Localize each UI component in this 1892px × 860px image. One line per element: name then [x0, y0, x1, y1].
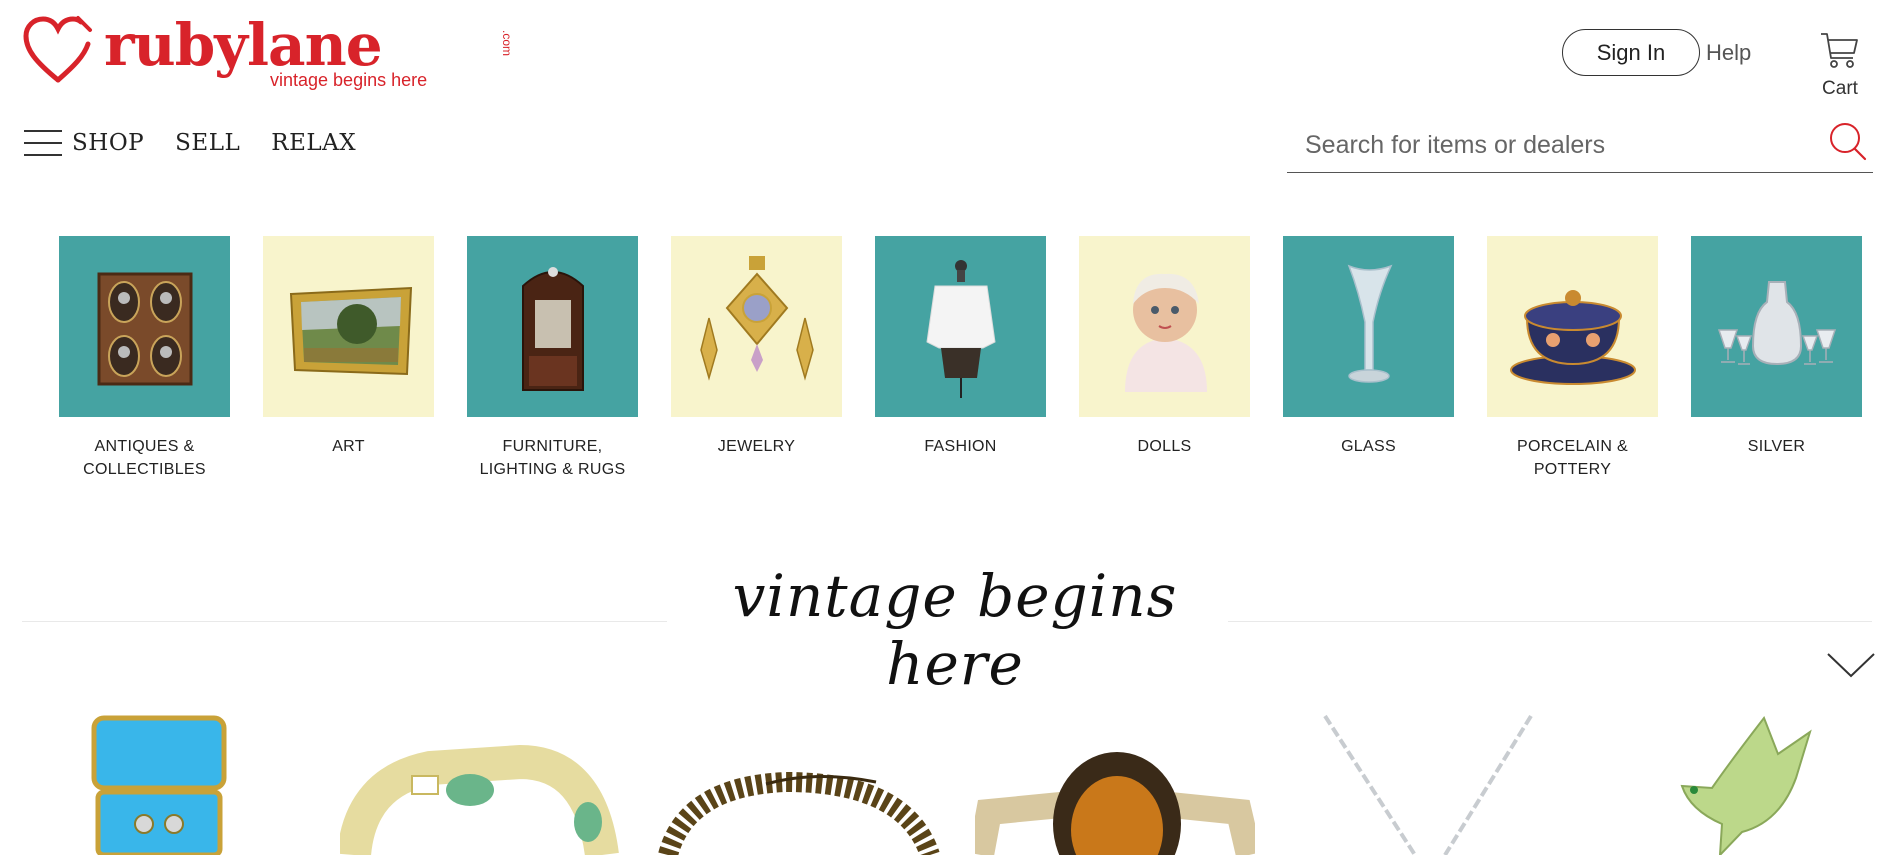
silver-decanter-icon — [1717, 280, 1836, 365]
category-image — [263, 236, 434, 417]
category-antiques-collectibles[interactable]: ANTIQUES & COLLECTIBLES — [59, 236, 230, 481]
featured-item[interactable] — [656, 712, 946, 860]
category-image — [671, 236, 842, 417]
search-bar — [1287, 118, 1873, 173]
category-label-2: LIGHTING & RUGS — [479, 461, 626, 478]
category-label: ART — [332, 438, 365, 455]
nav-sell[interactable]: SELL — [175, 130, 240, 156]
category-image — [875, 236, 1046, 417]
search-button[interactable] — [1821, 118, 1871, 168]
divider-right — [1228, 621, 1872, 622]
mannequin-blouse-icon — [925, 259, 996, 398]
amber-ring-icon — [968, 752, 1262, 860]
cabinet-icon — [521, 266, 584, 391]
glass-vase-icon — [1347, 264, 1392, 383]
logo-tagline: vintage begins here — [270, 70, 428, 90]
category-image — [59, 236, 230, 417]
category-label-2: POTTERY — [1533, 461, 1612, 478]
category-label: FASHION — [924, 438, 997, 455]
category-label: ANTIQUES & — [94, 438, 195, 455]
chevron-down-icon[interactable] — [1826, 650, 1876, 680]
section-tagline: vintage begins here — [732, 562, 1178, 698]
category-label: FURNITURE, — [502, 438, 603, 455]
category-label: PORCELAIN & — [1517, 438, 1628, 455]
rope-bracelet-icon — [658, 771, 940, 859]
featured-item[interactable] — [337, 712, 620, 860]
painting-icon — [289, 286, 412, 375]
category-label: GLASS — [1341, 438, 1396, 455]
category-silver[interactable]: SILVER — [1691, 236, 1862, 481]
category-dolls[interactable]: DOLLS — [1079, 236, 1250, 481]
featured-items-strip — [60, 712, 1860, 860]
category-image — [1283, 236, 1454, 417]
chain-necklace-icon — [1323, 714, 1533, 857]
search-icon — [1830, 123, 1867, 161]
category-image — [467, 236, 638, 417]
sign-in-button[interactable]: Sign In — [1562, 29, 1700, 76]
hamburger-icon[interactable] — [24, 128, 62, 158]
category-label: SILVER — [1747, 438, 1806, 455]
featured-item[interactable] — [74, 712, 254, 860]
nav-shop[interactable]: SHOP — [72, 130, 144, 156]
featured-item[interactable] — [968, 712, 1262, 860]
featured-item[interactable] — [1660, 712, 1830, 860]
nav-relax[interactable]: RELAX — [271, 130, 356, 156]
tureen-icon — [1509, 289, 1636, 385]
main-nav: SHOP SELL RELAX — [24, 128, 387, 158]
logo-wordmark: rubylane — [104, 11, 383, 79]
enamel-box-icon — [91, 715, 227, 858]
category-glass[interactable]: GLASS — [1283, 236, 1454, 481]
featured-item[interactable] — [1305, 712, 1555, 860]
rubylane-logo[interactable]: rubylane .com vintage begins here — [22, 11, 514, 90]
category-label: JEWELRY — [717, 438, 796, 455]
help-link[interactable]: Help — [1706, 40, 1751, 66]
divider-left — [22, 621, 667, 622]
category-furniture-lighting-rugs[interactable]: FURNITURE, LIGHTING & RUGS — [467, 236, 638, 481]
category-image — [1079, 236, 1250, 417]
doll-icon — [1124, 273, 1207, 392]
category-label-2: COLLECTIBLES — [83, 461, 206, 478]
cart-label: Cart — [1822, 78, 1858, 99]
pendant-earrings-icon — [699, 255, 814, 381]
category-grid: ANTIQUES & COLLECTIBLES ART FURNITURE, LIG… — [59, 236, 1892, 481]
category-image — [1691, 236, 1862, 417]
jade-bracelet-icon — [337, 744, 619, 858]
cart-icon — [1821, 33, 1858, 68]
logo-com: .com — [500, 30, 514, 57]
category-jewelry[interactable]: JEWELRY — [671, 236, 842, 481]
category-art[interactable]: ART — [263, 236, 434, 481]
bird-brooch-icon — [1680, 715, 1812, 858]
category-porcelain-pottery[interactable]: PORCELAIN & POTTERY — [1487, 236, 1658, 481]
category-image — [1487, 236, 1658, 417]
search-input[interactable] — [1287, 124, 1817, 166]
category-label: DOLLS — [1137, 438, 1192, 455]
category-fashion[interactable]: FASHION — [875, 236, 1046, 481]
frame-photos-icon — [97, 272, 192, 385]
cart-button[interactable]: Cart — [1812, 30, 1868, 100]
heart-logo-icon — [23, 16, 92, 83]
